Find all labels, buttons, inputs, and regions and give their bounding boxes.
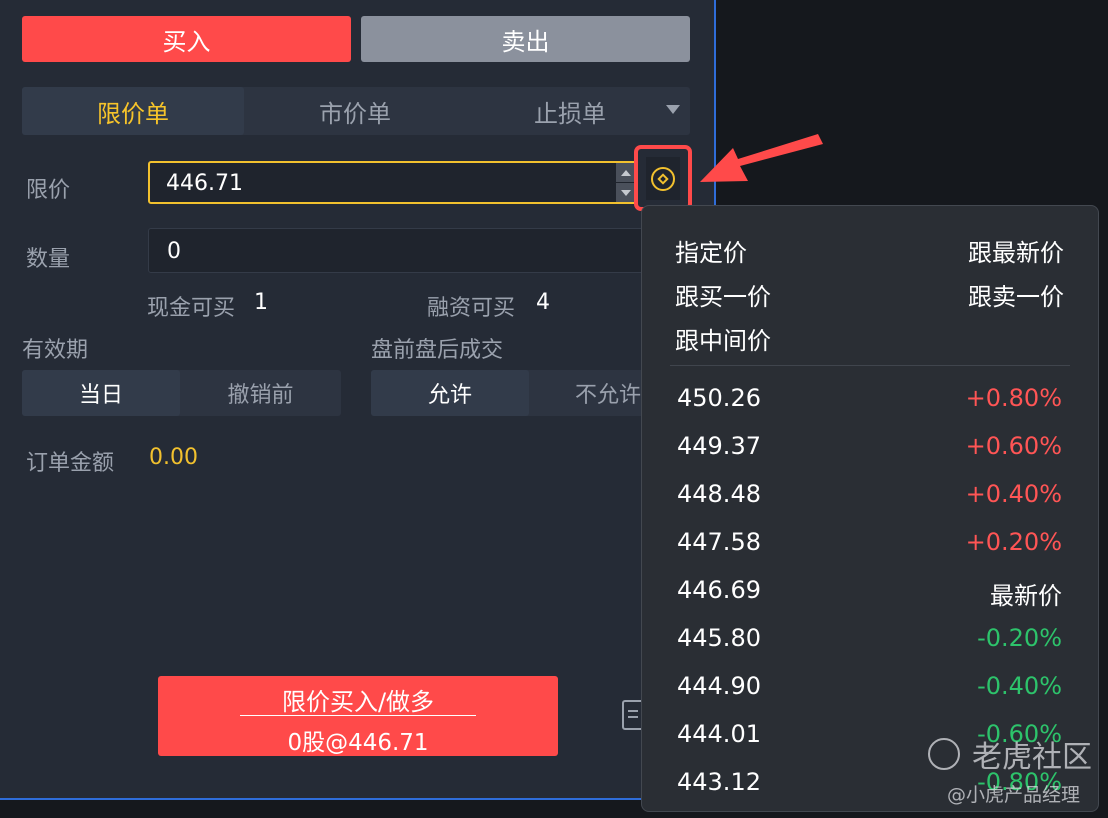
price-level-5[interactable]: 446.69 [677,576,761,604]
order-amount-label: 订单金额 [26,451,115,476]
price-level-change-6: -0.20% [977,624,1062,652]
validity-gtc-option[interactable]: 撤销前 [180,370,341,416]
price-level-1[interactable]: 450.26 [677,384,761,412]
price-level-change-7: -0.40% [977,672,1062,700]
submit-summary-label: 0股@446.71 [287,730,429,756]
price-level-change-3: +0.40% [965,480,1062,508]
target-price-icon [651,166,675,191]
limit-price-value: 446.71 [166,171,243,196]
submit-order-button[interactable]: 限价买入/做多 0股@446.71 [158,676,558,756]
sell-tab[interactable]: 卖出 [361,16,690,62]
decrement-button[interactable] [616,183,636,202]
margin-buyable-value: 4 [536,290,550,315]
order-amount-value: 0.00 [149,445,198,470]
submit-action-label: 限价买入/做多 [281,688,435,716]
quantity-value: 0 [167,239,181,264]
price-level-change-1: +0.80% [965,384,1062,412]
price-stepper [616,163,636,202]
quantity-label: 数量 [26,247,71,272]
price-picker-button[interactable] [646,157,680,200]
validity-selector: 当日 撤销前 [22,370,341,416]
popup-divider [670,365,1070,366]
price-level-6[interactable]: 445.80 [677,624,761,652]
price-level-4[interactable]: 447.58 [677,528,761,556]
caret-up-icon [621,169,631,176]
watermark: 老虎社区 [928,732,1092,776]
price-level-2[interactable]: 449.37 [677,432,761,460]
order-panel: 买入 卖出 限价单 市价单 止损单 限价 446.71 数量 0 现金可买 1 … [0,0,716,800]
caret-down-icon [621,189,631,196]
price-picker-popup: 指定价 跟最新价 跟买一价 跟卖一价 跟中间价 450.26 +0.80% 449.… [641,205,1099,812]
price-picker-highlight [634,145,692,211]
price-level-change-4: +0.20% [965,528,1062,556]
limit-price-label: 限价 [26,178,71,203]
mode-follow-mid[interactable]: 跟中间价 [675,321,771,356]
mode-follow-bid[interactable]: 跟买一价 [675,277,771,312]
cash-buyable-value: 1 [254,290,268,315]
price-level-change-2: +0.60% [965,432,1062,460]
tab-market-order[interactable]: 市价单 [244,87,466,135]
mode-follow-ask[interactable]: 跟卖一价 [968,277,1064,312]
margin-buyable-label: 融资可买 [427,296,516,321]
order-type-selector: 限价单 市价单 止损单 [22,87,690,135]
validity-label: 有效期 [22,338,89,363]
red-arrow-annotation [700,134,823,182]
limit-price-input[interactable]: 446.71 [148,161,638,204]
mode-follow-last[interactable]: 跟最新价 [968,233,1064,268]
cash-buyable-label: 现金可买 [147,296,236,321]
chevron-down-icon[interactable] [666,105,680,114]
quantity-input[interactable]: 0 [148,228,648,273]
increment-button[interactable] [616,163,636,182]
watermark-author: @小虎产品经理 [947,784,1081,806]
price-level-9[interactable]: 443.12 [677,768,761,796]
validity-day-option[interactable]: 当日 [22,370,180,416]
tab-stop-order[interactable]: 止损单 [466,87,674,135]
price-level-change-5: 最新价 [990,582,1062,610]
tab-limit-order[interactable]: 限价单 [22,87,244,135]
extended-hours-label: 盘前盘后成交 [371,338,504,363]
extended-allow-option[interactable]: 允许 [371,370,529,416]
price-level-3[interactable]: 448.48 [677,480,761,508]
extended-hours-selector: 允许 不允许 [371,370,661,416]
mode-fixed-price[interactable]: 指定价 [675,233,747,268]
submit-divider [240,715,476,716]
price-level-7[interactable]: 444.90 [677,672,761,700]
tiger-logo-icon [928,738,960,770]
buy-tab[interactable]: 买入 [22,16,351,62]
watermark-brand: 老虎社区 [972,740,1092,775]
price-level-8[interactable]: 444.01 [677,720,761,748]
